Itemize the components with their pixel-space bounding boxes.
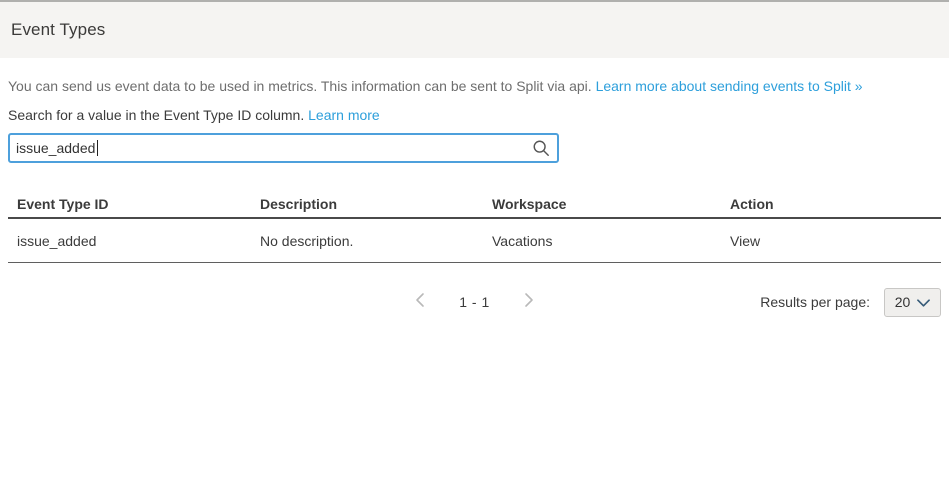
chevron-right-icon — [524, 292, 534, 313]
intro-text: You can send us event data to be used in… — [8, 77, 941, 95]
results-per-page-value: 20 — [895, 294, 911, 310]
cell-description: No description. — [260, 233, 492, 249]
learn-more-link[interactable]: Learn more — [308, 107, 380, 123]
column-header-description: Description — [260, 196, 492, 212]
search-input[interactable] — [8, 133, 559, 163]
event-types-table: Event Type ID Description Workspace Acti… — [8, 190, 941, 263]
learn-more-events-link[interactable]: Learn more about sending events to Split… — [596, 78, 863, 94]
column-header-workspace: Workspace — [492, 196, 730, 212]
text-cursor — [97, 140, 98, 156]
cell-event-type-id: issue_added — [17, 233, 260, 249]
next-page-button[interactable] — [523, 294, 535, 310]
search-field-wrapper — [8, 133, 559, 163]
search-label-text: Search for a value in the Event Type ID … — [8, 107, 308, 123]
results-per-page-label: Results per page: — [760, 294, 870, 310]
column-header-action: Action — [730, 196, 941, 212]
table-row: issue_added No description. Vacations Vi… — [8, 219, 941, 263]
page-range: 1 - 1 — [459, 294, 490, 310]
view-action[interactable]: View — [730, 233, 941, 249]
page-header: Event Types — [0, 2, 949, 58]
results-per-page-select[interactable]: 20 — [884, 288, 941, 317]
cell-workspace: Vacations — [492, 233, 730, 249]
column-header-event-type-id: Event Type ID — [17, 196, 260, 212]
previous-page-button[interactable] — [414, 294, 426, 310]
intro-description: You can send us event data to be used in… — [8, 78, 596, 94]
chevron-down-icon — [917, 294, 930, 310]
results-per-page: Results per page: 20 — [760, 287, 941, 317]
chevron-left-icon — [415, 292, 425, 313]
pagination-band: 1 - 1 Results per page: 20 — [8, 287, 941, 317]
search-label: Search for a value in the Event Type ID … — [8, 106, 941, 124]
main-content: You can send us event data to be used in… — [0, 77, 949, 317]
search-icon[interactable] — [532, 139, 550, 157]
page-title: Event Types — [11, 20, 105, 40]
table-header-row: Event Type ID Description Workspace Acti… — [8, 190, 941, 219]
